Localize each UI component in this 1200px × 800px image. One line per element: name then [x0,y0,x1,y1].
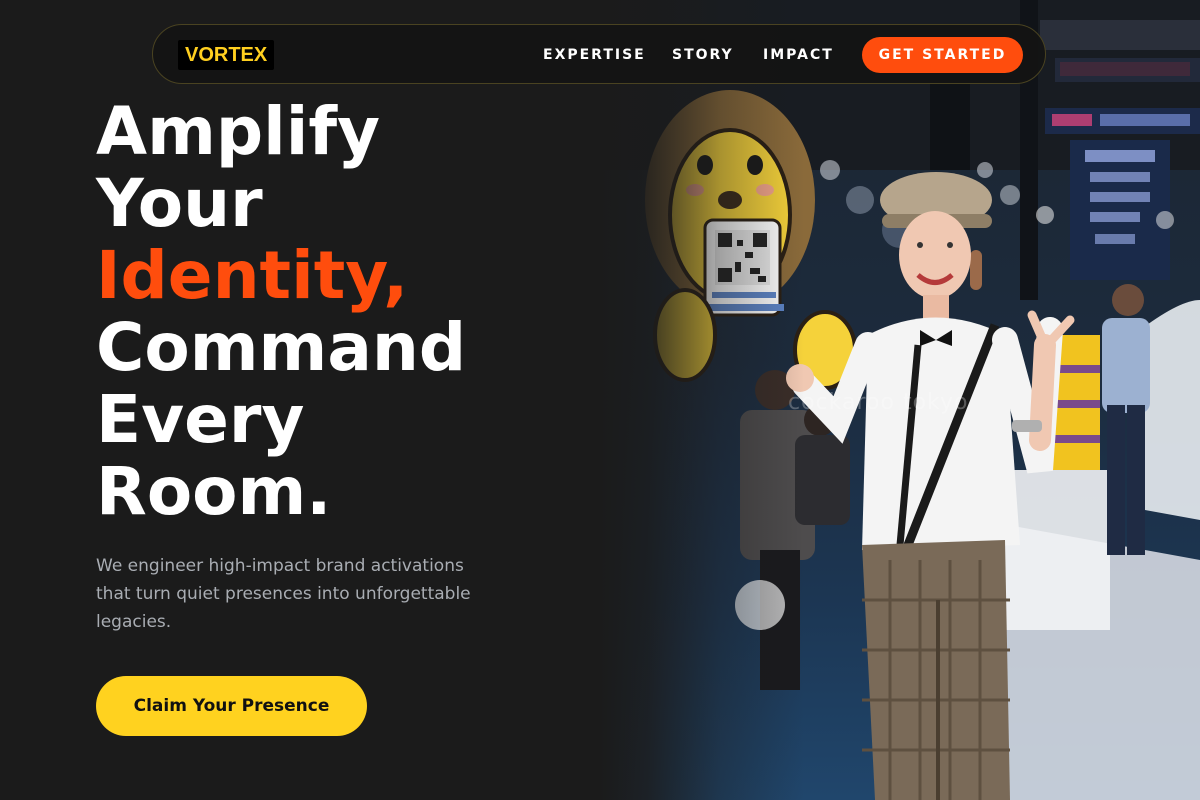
headline-line: Your [96,165,263,242]
headline-line: Room. [96,453,332,530]
headline-line: Every [96,381,305,458]
claim-presence-button[interactable]: Claim Your Presence [96,676,367,736]
subtitle-line: legacies. [96,612,172,632]
top-navbar: VORTEX EXPERTISE STORY IMPACT GET STARTE… [152,24,1046,84]
subtitle-line: We engineer high-impact brand activation… [96,556,464,576]
hero-photo: cockaroo tokyo [600,0,1200,800]
get-started-button[interactable]: GET STARTED [862,37,1023,73]
hero-headline: Amplify Your Identity, Command Every Roo… [96,96,466,528]
landing-page: cockaroo tokyo VORTEX EXPERTISE STORY IM… [0,0,1200,800]
brand-logo[interactable]: VORTEX [178,40,275,70]
headline-highlight: Identity, [96,237,409,314]
nav-link-impact[interactable]: IMPACT [763,46,834,64]
subtitle-line: that turn quiet presences into unforgett… [96,584,471,604]
headline-line: Amplify [96,93,381,170]
nav-link-story[interactable]: STORY [672,46,734,64]
nav-link-expertise[interactable]: EXPERTISE [543,46,646,64]
hero-subtitle: We engineer high-impact brand activation… [96,552,516,636]
photo-watermark: cockaroo tokyo [788,390,969,415]
headline-line: Command [96,309,467,386]
